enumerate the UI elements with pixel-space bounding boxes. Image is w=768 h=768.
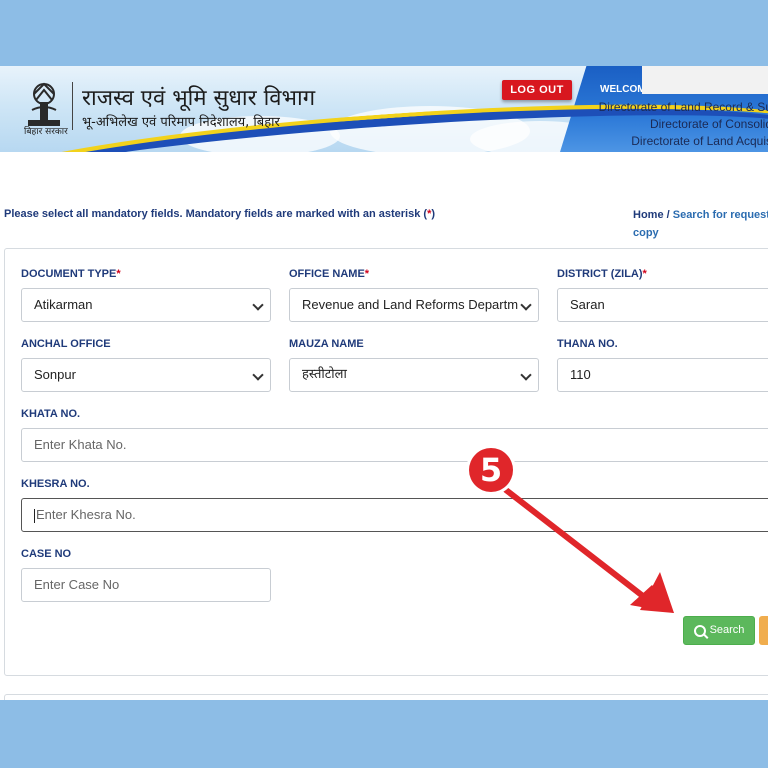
- district-select[interactable]: Saran: [557, 288, 768, 322]
- directorate-line: Directorate of Land Record & Su: [598, 100, 768, 114]
- site-header: बिहार सरकार राजस्व एवं भूमि सुधार विभाग …: [0, 66, 768, 152]
- case-no-placeholder: Enter Case No: [34, 577, 120, 592]
- directorates-list: Directorate of Land Record & Su Director…: [570, 66, 768, 152]
- results-card-edge: [4, 694, 768, 700]
- khesra-no-placeholder: Enter Khesra No.: [36, 507, 136, 522]
- office-name-select[interactable]: Revenue and Land Reforms Departm: [289, 288, 539, 322]
- mauza-name-label: MAUZA NAME: [289, 338, 364, 350]
- directorate-subtitle: भू-अभिलेख एवं परिमाप निदेशालय, बिहार: [82, 115, 280, 130]
- reset-button[interactable]: [759, 616, 768, 645]
- thana-no-input[interactable]: 110: [557, 358, 768, 392]
- step-number-badge: 5: [469, 448, 513, 492]
- mandatory-fields-note: Please select all mandatory fields. Mand…: [4, 208, 435, 220]
- office-name-label: OFFICE NAME*: [289, 268, 370, 280]
- anchal-office-label: ANCHAL OFFICE: [21, 338, 111, 350]
- emblem-caption: बिहार सरकार: [24, 127, 68, 137]
- note-close-paren: ): [431, 208, 436, 220]
- document-type-label: DOCUMENT TYPE*: [21, 268, 121, 280]
- directorate-line: Directorate of Land Acquis: [631, 134, 768, 148]
- breadcrumb-current-cont: copy: [633, 227, 659, 239]
- search-button[interactable]: Search: [683, 616, 755, 645]
- khesra-no-label: KHESRA NO.: [21, 478, 90, 490]
- search-button-label: Search: [709, 624, 745, 637]
- district-label: DISTRICT (ZILA)*: [557, 268, 647, 280]
- breadcrumb-home-link[interactable]: Home: [633, 209, 664, 221]
- search-icon: [693, 624, 706, 637]
- text-caret: [34, 508, 35, 523]
- case-no-label: CASE NO: [21, 548, 72, 560]
- directorate-line: Directorate of Consolid: [649, 117, 768, 131]
- khesra-no-input[interactable]: Enter Khesra No.: [21, 498, 768, 532]
- screenshot-frame: बिहार सरकार राजस्व एवं भूमि सुधार विभाग …: [0, 66, 768, 700]
- khata-no-label: KHATA NO.: [21, 408, 81, 420]
- case-no-input[interactable]: Enter Case No: [21, 568, 271, 602]
- thana-no-label: THANA NO.: [557, 338, 618, 350]
- department-title: राजस्व एवं भूमि सुधार विभाग: [82, 86, 316, 111]
- document-type-select[interactable]: Atikarman: [21, 288, 271, 322]
- mauza-name-select[interactable]: हस्तीटोला: [289, 358, 539, 392]
- note-text: Please select all mandatory fields. Mand…: [4, 208, 428, 220]
- logout-button[interactable]: LOG OUT: [502, 80, 572, 100]
- khata-no-input[interactable]: Enter Khata No.: [21, 428, 768, 462]
- khata-no-placeholder: Enter Khata No.: [34, 437, 127, 452]
- breadcrumb-separator: /: [663, 209, 673, 221]
- breadcrumb: Home / Search for request copy: [633, 206, 768, 242]
- breadcrumb-current: Search for request: [672, 209, 768, 221]
- header-divider: [72, 82, 73, 130]
- anchal-office-select[interactable]: Sonpur: [21, 358, 271, 392]
